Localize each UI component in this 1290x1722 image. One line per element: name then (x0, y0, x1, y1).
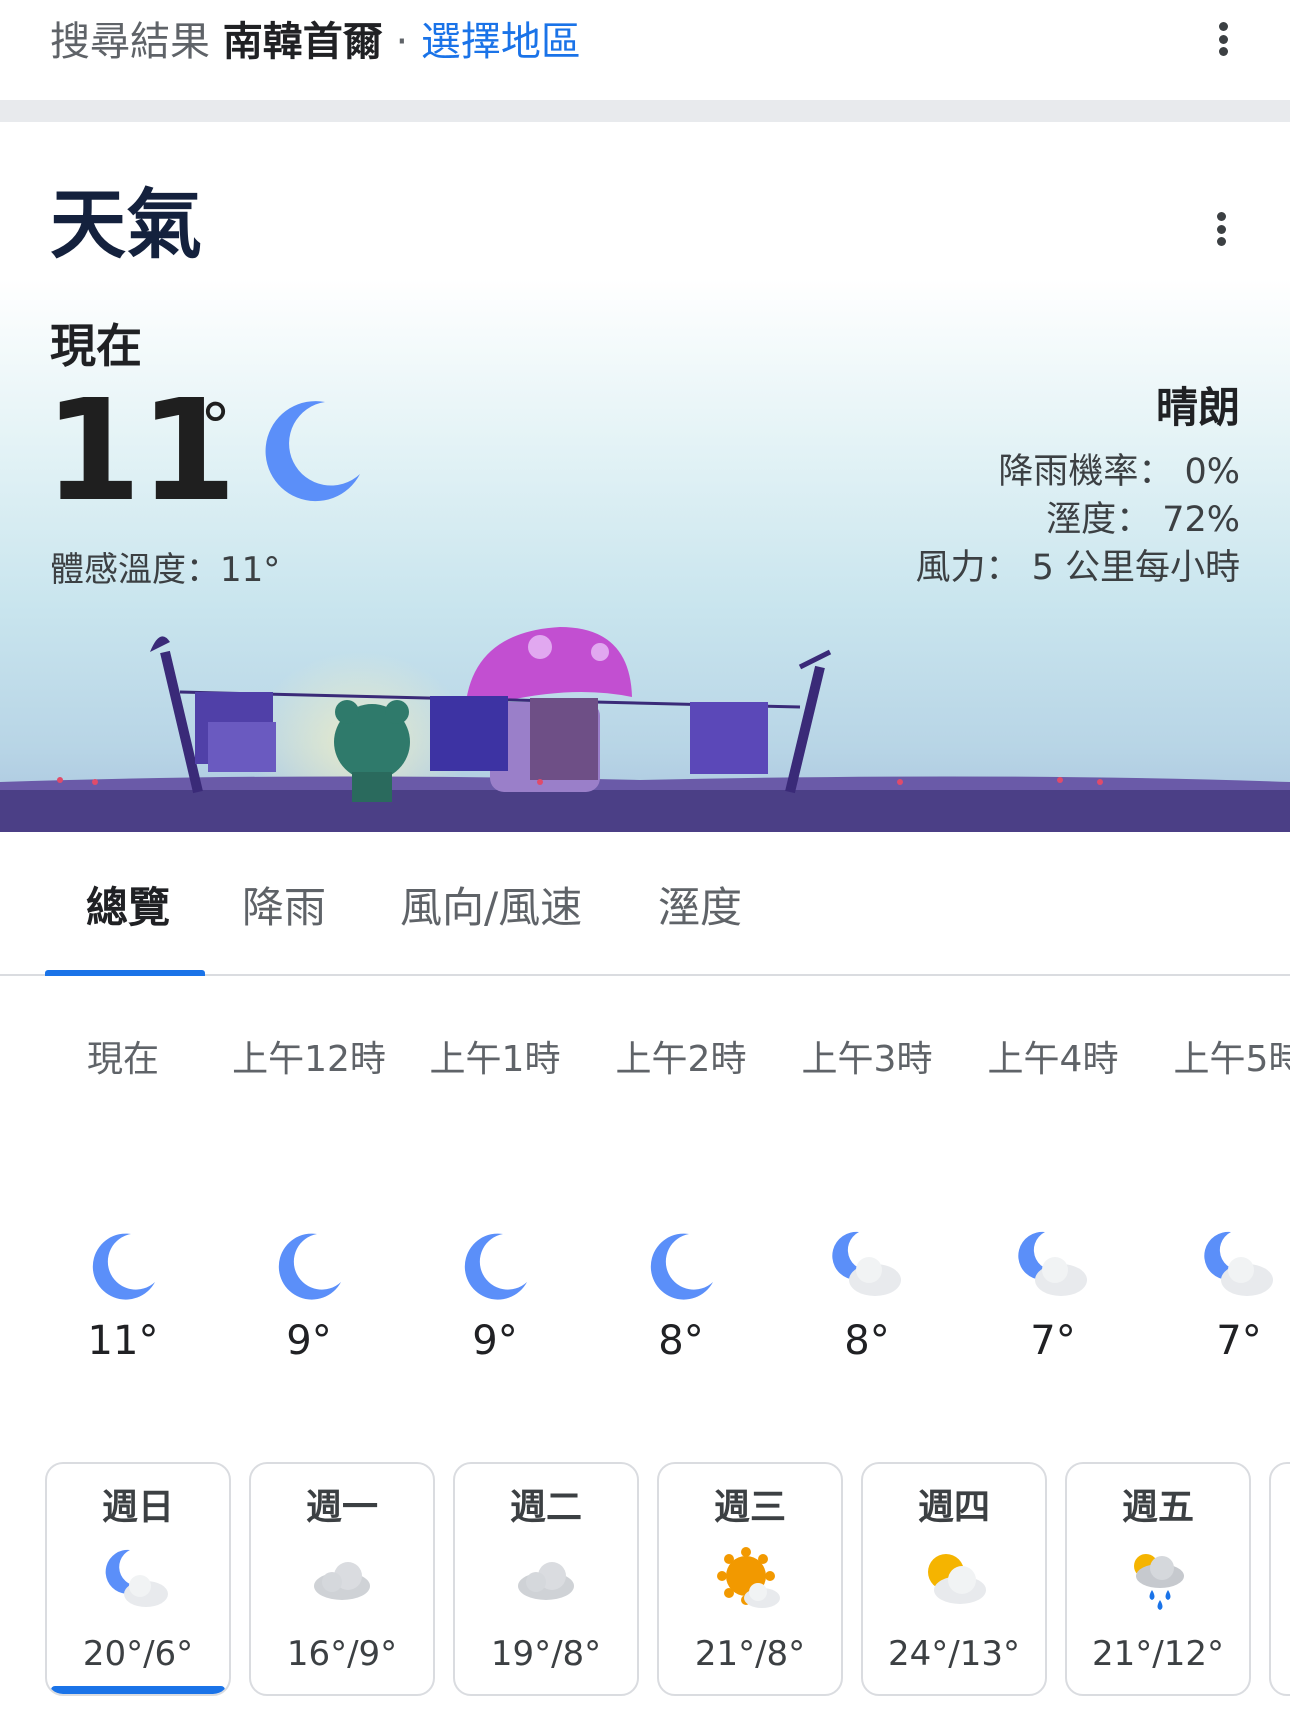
moon-icon (464, 1233, 527, 1300)
hour-temp: 8° (658, 1318, 704, 1364)
moon-cloud-icon (1204, 1231, 1273, 1296)
weather-illustration (0, 627, 1290, 832)
day-temp-range: 21°/12° (1092, 1634, 1224, 1674)
day-name: 週日 (101, 1487, 174, 1528)
moon-icon (265, 401, 360, 502)
separator-dot: · (395, 19, 409, 65)
hour-temp: 9° (286, 1318, 332, 1364)
tab-precipitation[interactable]: 降雨 (242, 874, 326, 935)
day-card[interactable]: 週五 21°/12° (1065, 1462, 1251, 1696)
more-options-icon[interactable] (1208, 14, 1238, 64)
cloud-icon (518, 1562, 574, 1600)
day-card[interactable]: 週三 21°/8° (657, 1462, 843, 1696)
hour-time: 上午12時 (232, 1039, 386, 1080)
sun-cloud-icon (928, 1554, 986, 1604)
day-card[interactable]: 週四 24°/13° (861, 1462, 1047, 1696)
day-card-partial[interactable] (1269, 1462, 1290, 1696)
day-temp-range: 16°/9° (286, 1634, 398, 1674)
sun-icon (717, 1547, 780, 1608)
day-name: 週五 (1121, 1487, 1194, 1528)
location-name: 南韓首爾 (222, 19, 383, 65)
hourly-forecast[interactable]: 現在 11° 上午12時 9° 上午1時 9° 上午2時 8° 上午3時 8° … (0, 1030, 1290, 1390)
day-temp-range: 21°/8° (694, 1634, 806, 1674)
rain-sun-cloud-icon (1134, 1554, 1184, 1610)
hour-time: 上午5時 (1173, 1039, 1290, 1080)
search-result-prefix: 搜尋結果 (50, 19, 210, 65)
day-card[interactable]: 週日 20°/6° (45, 1462, 231, 1696)
section-divider (0, 100, 1290, 122)
hour-item: 上午3時 8° (774, 1030, 960, 1364)
humidity: 溼度： 72% (1046, 500, 1240, 540)
weather-more-options-icon[interactable] (1206, 204, 1236, 254)
hour-time: 上午1時 (429, 1039, 561, 1080)
hour-item: 上午2時 8° (588, 1030, 774, 1364)
now-label: 現在 (50, 319, 142, 373)
hour-temp: 7° (1216, 1318, 1262, 1364)
hour-time: 上午3時 (801, 1039, 933, 1080)
temperature-unit: ° (200, 390, 231, 463)
hour-item: 上午1時 9° (402, 1030, 588, 1364)
moon-icon (650, 1233, 713, 1300)
day-card[interactable]: 週二 19°/8° (453, 1462, 639, 1696)
hour-item: 上午12時 9° (216, 1030, 402, 1364)
selected-day-indicator (51, 1686, 225, 1694)
moon-cloud-icon (105, 1549, 168, 1607)
hour-time: 上午4時 (987, 1039, 1119, 1080)
tab-humidity[interactable]: 溼度 (658, 874, 742, 935)
moon-icon (278, 1233, 341, 1300)
day-name: 週二 (509, 1487, 582, 1528)
day-temp-range: 19°/8° (490, 1634, 602, 1674)
tab-wind[interactable]: 風向/風速 (400, 874, 582, 935)
search-header: 搜尋結果 南韓首爾 · 選擇地區 (0, 0, 1290, 100)
weather-title: 天氣 (50, 180, 202, 269)
feels-like: 體感溫度：11° (50, 550, 281, 590)
day-temp-range: 20°/6° (82, 1634, 194, 1674)
precipitation-chance: 降雨機率： 0% (998, 452, 1240, 492)
moon-icon (92, 1233, 155, 1300)
moon-cloud-icon (832, 1231, 901, 1296)
hour-item: 現在 11° (30, 1030, 216, 1364)
hour-temp: 8° (844, 1318, 890, 1364)
hour-temp: 7° (1030, 1318, 1076, 1364)
day-temp-range: 24°/13° (888, 1634, 1020, 1674)
hour-time: 上午2時 (615, 1039, 747, 1080)
day-card[interactable]: 週一 16°/9° (249, 1462, 435, 1696)
weather-condition: 晴朗 (1155, 383, 1240, 432)
moon-cloud-icon (1018, 1231, 1087, 1296)
daily-forecast[interactable]: 週日 20°/6° 週一 16°/9° 週二 19°/8° 週三 21°/8° … (0, 1460, 1290, 1722)
choose-region-link[interactable]: 選擇地區 (421, 19, 581, 65)
day-name: 週三 (713, 1487, 786, 1528)
weather-details: 晴朗 降雨機率： 0% 溼度： 72% 風力： 5 公里每小時 (915, 380, 1240, 592)
wind-speed: 風力： 5 公里每小時 (915, 548, 1240, 588)
hour-item: 上午5時 7° (1146, 1030, 1290, 1364)
breadcrumb: 搜尋結果 南韓首爾 · 選擇地區 (50, 16, 581, 68)
hour-temp: 11° (87, 1318, 159, 1364)
tab-overview[interactable]: 總覽 (86, 874, 170, 935)
day-name: 週一 (305, 1487, 378, 1528)
hour-item: 上午4時 7° (960, 1030, 1146, 1364)
day-name: 週四 (917, 1487, 990, 1528)
weather-tabs: 總覽 降雨 風向/風速 溼度 (0, 832, 1290, 976)
hour-time: 現在 (86, 1039, 159, 1080)
weather-card: 天氣 現在 11 ° 體感溫度：11° 晴朗 降雨機率： 0% 溼度： 72% … (0, 122, 1290, 832)
active-tab-indicator (45, 970, 205, 976)
cloud-icon (314, 1562, 370, 1600)
hour-temp: 9° (472, 1318, 518, 1364)
